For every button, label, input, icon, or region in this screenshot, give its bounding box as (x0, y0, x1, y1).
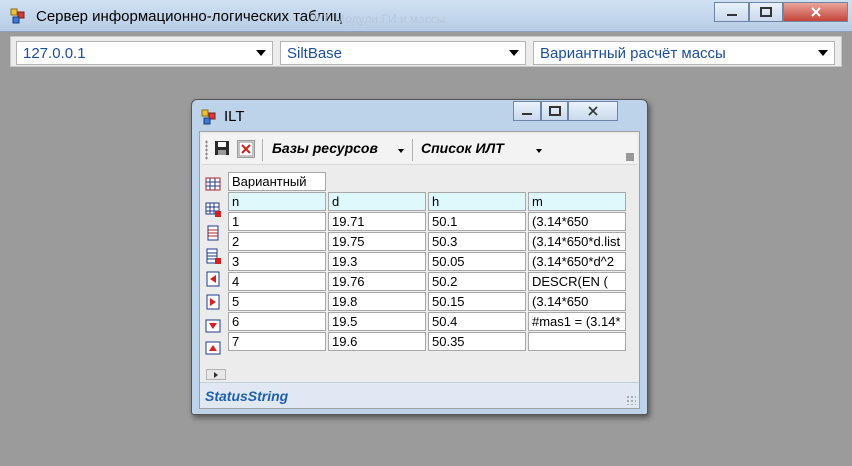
ilt-window-controls (513, 101, 618, 122)
table-cell[interactable]: 7 (228, 332, 326, 351)
table-cell[interactable]: #mas1 = (3.14* (528, 312, 626, 331)
save-button[interactable] (214, 140, 232, 158)
table-cell[interactable]: DESCR(EN ( (528, 272, 626, 291)
database-select-value: SiltBase (287, 45, 343, 62)
chevron-down-icon (818, 50, 828, 56)
table-cell[interactable]: 4 (228, 272, 326, 291)
resources-dropdown[interactable]: Базы ресурсов (272, 140, 378, 156)
ilt-titlebar[interactable]: ILT (192, 100, 647, 132)
chevron-down-icon (398, 149, 404, 153)
table-cell[interactable]: 6 (228, 312, 326, 331)
maximize-icon (760, 7, 772, 17)
column-header-m[interactable]: m (528, 192, 626, 211)
ilt-toolbar: Базы ресурсов Список ИЛТ (202, 134, 637, 165)
table-cell[interactable]: (3.14*650*d^2 (528, 252, 626, 271)
table-cell[interactable]: 19.76 (328, 272, 426, 291)
scroll-right-icon (214, 372, 218, 378)
table-cell[interactable]: 5 (228, 292, 326, 311)
table-cell[interactable]: 50.1 (428, 212, 526, 231)
ilt-list-dropdown[interactable]: Список ИЛТ (421, 140, 504, 156)
table-cell[interactable]: (3.14*650 (528, 212, 626, 231)
rows-edit-icon[interactable] (205, 248, 221, 264)
table-edit-icon[interactable] (205, 201, 221, 217)
chevron-down-icon (509, 50, 519, 56)
background-title-text: ... ILT. Модули ГИ и массы (300, 12, 446, 26)
chevron-down-icon (256, 50, 266, 56)
chevron-down-icon (536, 149, 542, 153)
minimize-button[interactable] (714, 2, 749, 22)
app-icon (10, 8, 25, 24)
minimize-icon (522, 113, 532, 115)
table-cell[interactable]: (3.14*650*d.list (528, 232, 626, 251)
table-cell[interactable]: 50.15 (428, 292, 526, 311)
rows-icon[interactable] (205, 225, 221, 241)
save-icon (215, 141, 229, 155)
table-cell[interactable]: 50.2 (428, 272, 526, 291)
move-down-icon[interactable] (205, 318, 221, 334)
ilt-close-button[interactable] (568, 101, 618, 121)
table-cell[interactable]: 19.71 (328, 212, 426, 231)
table-select[interactable]: Вариантный расчёт массы (533, 41, 835, 65)
minimize-icon (726, 14, 737, 16)
move-right-icon[interactable] (205, 294, 221, 310)
database-select[interactable]: SiltBase (280, 41, 526, 65)
column-header-h[interactable]: h (428, 192, 526, 211)
main-window: Сервер информационно-логических таблиц .… (0, 0, 852, 466)
table-cell[interactable]: 19.75 (328, 232, 426, 251)
horizontal-scroll-button[interactable] (206, 369, 226, 380)
table-icon[interactable] (205, 176, 221, 192)
status-bar: StatusString (200, 382, 639, 408)
toolbar-overflow-button[interactable] (626, 153, 634, 161)
ilt-window-title: ILT (224, 108, 245, 125)
ilt-body: Базы ресурсов Список ИЛТ Вариантный n d … (199, 131, 640, 409)
server-select[interactable]: 127.0.0.1 (16, 41, 273, 65)
table-cell[interactable]: 19.3 (328, 252, 426, 271)
close-button[interactable] (783, 2, 848, 22)
delete-icon (238, 141, 254, 157)
selection-toolbar: 127.0.0.1 SiltBase Вариантный расчёт мас… (10, 36, 842, 67)
toolbar-grip[interactable] (205, 140, 208, 160)
maximize-button[interactable] (749, 2, 783, 22)
main-window-title: Сервер информационно-логических таблиц (36, 8, 342, 25)
table-cell[interactable]: (3.14*650 (528, 292, 626, 311)
main-window-controls (714, 2, 848, 23)
table-cell[interactable]: 19.6 (328, 332, 426, 351)
move-left-icon[interactable] (205, 271, 221, 287)
sheet-name-cell[interactable]: Вариантный (228, 172, 326, 191)
maximize-icon (548, 106, 561, 116)
close-icon (588, 106, 598, 116)
move-up-icon[interactable] (205, 340, 221, 356)
table-cell[interactable]: 50.35 (428, 332, 526, 351)
close-icon (810, 7, 821, 17)
ilt-minimize-button[interactable] (513, 101, 541, 121)
status-text: StatusString (205, 388, 289, 404)
table-cell[interactable] (528, 332, 626, 351)
data-sheet: Вариантный n d h m 1 19.71 50.1 (3.14*65… (228, 170, 638, 360)
table-cell[interactable]: 50.4 (428, 312, 526, 331)
toolbar-separator (262, 139, 263, 161)
ilt-app-icon (201, 109, 216, 125)
server-select-value: 127.0.0.1 (23, 45, 86, 62)
table-cell[interactable]: 19.8 (328, 292, 426, 311)
column-header-n[interactable]: n (228, 192, 326, 211)
table-cell[interactable]: 50.3 (428, 232, 526, 251)
table-cell[interactable]: 19.5 (328, 312, 426, 331)
delete-button[interactable] (237, 140, 255, 158)
column-header-d[interactable]: d (328, 192, 426, 211)
ilt-maximize-button[interactable] (541, 101, 568, 121)
side-toolbar (202, 168, 224, 368)
ilt-window: ILT Базы ресурсов Список ИЛТ Вариантный … (191, 99, 648, 415)
table-cell[interactable]: 3 (228, 252, 326, 271)
table-cell[interactable]: 1 (228, 212, 326, 231)
resize-grip[interactable] (626, 395, 636, 405)
table-cell[interactable]: 50.05 (428, 252, 526, 271)
toolbar-separator (412, 139, 413, 161)
table-cell[interactable]: 2 (228, 232, 326, 251)
main-titlebar[interactable]: Сервер информационно-логических таблиц .… (0, 0, 852, 32)
table-select-value: Вариантный расчёт массы (540, 45, 726, 62)
